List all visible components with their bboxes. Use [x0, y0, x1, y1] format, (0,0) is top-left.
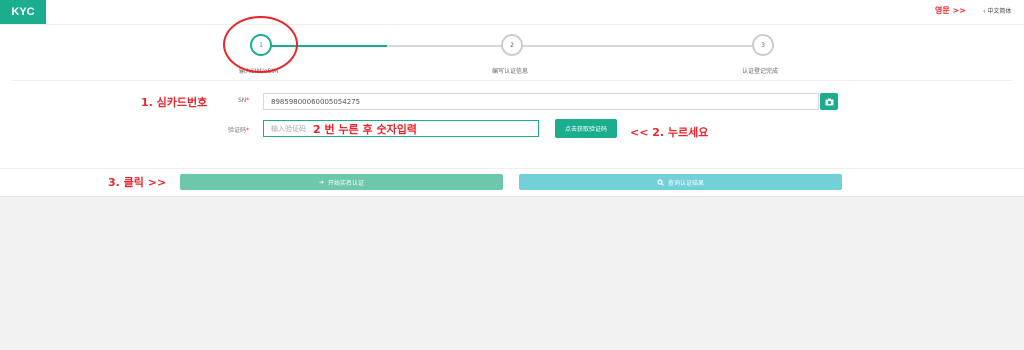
- camera-scan-button[interactable]: [820, 93, 838, 110]
- language-switch-link[interactable]: ‹ 中文简体: [983, 6, 1011, 15]
- code-label-text: 验证码: [228, 127, 247, 134]
- press-annotation: << 2. 누르세요: [630, 126, 709, 139]
- step-3-label: 认证登记完成: [742, 68, 779, 75]
- start-verification-button[interactable]: ➜ 开始实名认证: [180, 174, 503, 190]
- brand-logo[interactable]: KYC: [0, 0, 46, 24]
- code-label: 验证码*: [228, 125, 249, 134]
- section-divider: [12, 80, 1012, 81]
- sim-number-annotation: 1. 심카드번호: [141, 96, 208, 109]
- step-progress-pending-2: [512, 45, 763, 47]
- language-annotation: 영문 >>: [935, 6, 966, 15]
- camera-icon: [825, 98, 833, 105]
- step-2-circle: 2: [501, 34, 523, 56]
- step-2-label: 编写认证信息: [492, 68, 529, 75]
- step-1-highlight-ring: [223, 16, 298, 73]
- main-panel: KYC 영문 >> ‹ 中文简体 1 2 3 输入SIM/eSIM 编写认证信息…: [0, 0, 1024, 197]
- start-verification-label: 开始实名认证: [328, 179, 365, 187]
- enter-code-annotation: 2 번 누른 후 숫자입력: [313, 123, 417, 136]
- query-result-label: 查询认证结果: [667, 179, 704, 187]
- step-progress-pending-1: [387, 45, 512, 47]
- arrow-right-icon: ➜: [318, 178, 324, 186]
- query-result-button[interactable]: 查询认证结果: [519, 174, 842, 190]
- sn-input[interactable]: 89859800060005054275: [263, 93, 819, 110]
- get-code-button[interactable]: 点击获取验证码: [555, 119, 617, 138]
- step-3-circle: 3: [752, 34, 774, 56]
- language-switch-label: 中文简体: [987, 8, 1012, 15]
- chevron-left-icon: ‹: [983, 8, 986, 15]
- sn-required-mark: *: [246, 97, 250, 104]
- topbar-divider: [0, 24, 1024, 25]
- search-icon: [657, 178, 664, 186]
- actions-divider: [0, 168, 1024, 169]
- sn-label: SN*: [238, 97, 249, 104]
- code-required-mark: *: [246, 127, 250, 134]
- click-annotation: 3. 클릭 >>: [108, 176, 167, 189]
